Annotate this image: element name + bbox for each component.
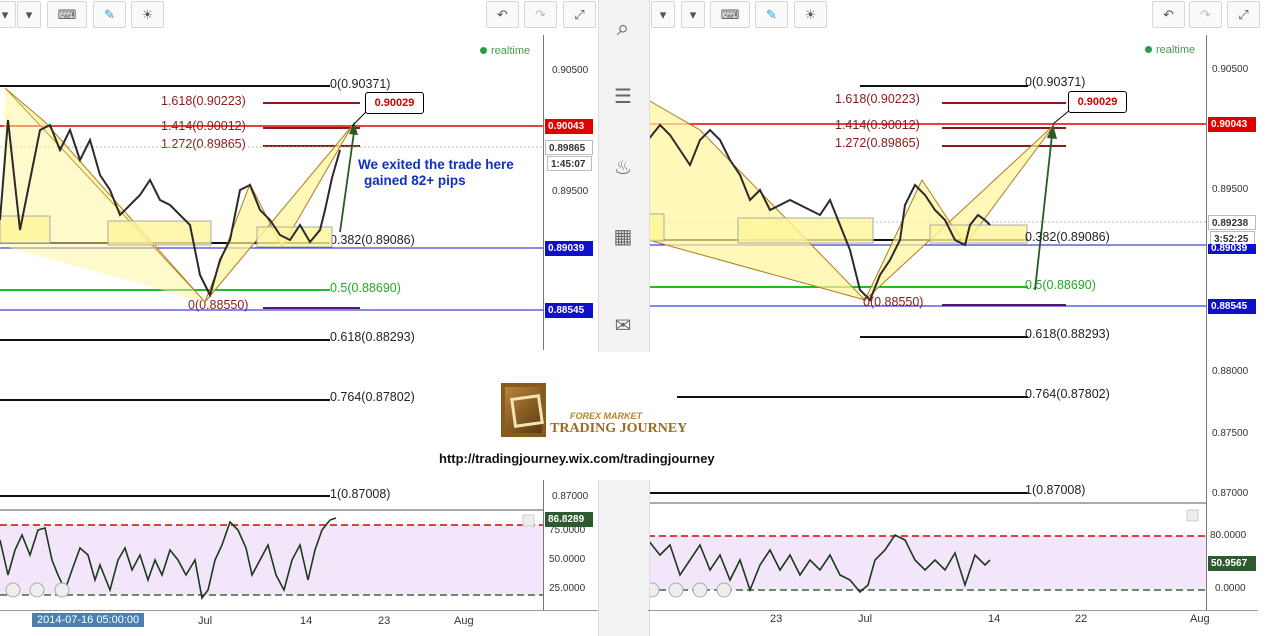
price-label: 0.87500 bbox=[1212, 428, 1249, 439]
fib-level-label: 0.764(0.87802) bbox=[1025, 387, 1110, 401]
fib-level-label: 1.618(0.90223) bbox=[835, 92, 920, 106]
fib-level-label: 1.272(0.89865) bbox=[835, 136, 920, 150]
undo-icon[interactable]: ↶ bbox=[1152, 1, 1185, 28]
osc-control bbox=[5, 582, 21, 598]
lightbulb-icon[interactable]: ☀ bbox=[794, 1, 827, 28]
chevron-down-icon[interactable]: ▾ bbox=[681, 1, 705, 28]
fib-level-label: 1.414(0.90012) bbox=[835, 118, 920, 132]
osc-maximize bbox=[522, 514, 535, 527]
fire-icon[interactable]: ♨ bbox=[600, 147, 646, 187]
osc-control bbox=[54, 582, 70, 598]
time-label: 14 bbox=[988, 613, 1001, 625]
logo-inner-square bbox=[510, 394, 544, 428]
price-label: 0.89500 bbox=[1212, 184, 1249, 195]
osc-control bbox=[29, 582, 45, 598]
calendar-icon[interactable]: ▦ bbox=[600, 216, 646, 256]
zone-box bbox=[0, 215, 51, 244]
brand-name: TRADING JOURNEY bbox=[550, 421, 688, 436]
fib-level-label: 0(0.90371) bbox=[1025, 75, 1086, 89]
price-tag-blue: 0.88545 bbox=[1208, 299, 1256, 314]
fib-level-label: 0.5(0.88690) bbox=[1025, 278, 1096, 292]
osc-label: 80.0000 bbox=[1210, 530, 1247, 541]
price-label: 0.87000 bbox=[1212, 488, 1249, 499]
price-label: 0.90500 bbox=[1212, 64, 1249, 75]
price-tag-blue: 0.89039 bbox=[1208, 244, 1256, 254]
time-axis bbox=[648, 610, 1258, 611]
brand-tagline: FOREX MARKET bbox=[570, 411, 642, 421]
redo-icon[interactable]: ↷ bbox=[1189, 1, 1222, 28]
price-tag-red: 0.90043 bbox=[1208, 117, 1256, 132]
fib-level-label: 0.618(0.88293) bbox=[1025, 327, 1110, 341]
dropdown-button[interactable]: ▾ bbox=[651, 1, 675, 28]
search-icon[interactable]: ⌕ bbox=[600, 8, 646, 48]
left-lower-bg bbox=[0, 0, 1, 1]
time-label: 23 bbox=[770, 613, 783, 625]
time-label: Jul bbox=[858, 613, 873, 625]
right-chart-panel: ▾ ▾ ⌨ ✎ ☀ ↶ ↷ ⤢ realtime 0.90500 0.89500… bbox=[648, 0, 1266, 636]
osc-label: 0.0000 bbox=[1215, 583, 1246, 594]
fib-level-label: 0.382(0.89086) bbox=[1025, 230, 1110, 244]
chat-icon[interactable]: ✉ bbox=[600, 305, 646, 345]
time-label: Aug bbox=[1190, 613, 1210, 625]
fib-level-label: 0(0.88550) bbox=[863, 295, 924, 309]
price-label: 0.88000 bbox=[1212, 366, 1249, 377]
fullscreen-icon[interactable]: ⤢ bbox=[1227, 1, 1260, 28]
list-icon[interactable]: ☰ bbox=[600, 76, 646, 116]
pattern-left-xab-2 bbox=[0, 88, 205, 302]
price-axis bbox=[1206, 35, 1207, 610]
watermark-url: http://tradingjourney.wix.com/tradingjou… bbox=[439, 451, 715, 466]
brand-logo bbox=[501, 383, 546, 437]
indicator-script-icon[interactable]: ⌨ bbox=[710, 1, 750, 28]
realtime-indicator: realtime bbox=[1145, 44, 1195, 56]
oscillator-value-tag: 50.9567 bbox=[1208, 556, 1256, 571]
price-tag-current: 0.89238 bbox=[1208, 215, 1256, 230]
price-callout: 0.90029 bbox=[1068, 91, 1127, 113]
pattern-left-bcd bbox=[204, 125, 353, 303]
sidebar-lower bbox=[598, 480, 650, 636]
callout-pointer bbox=[351, 111, 367, 127]
time-label: 22 bbox=[1075, 613, 1088, 625]
fib-level-label: 1(0.87008) bbox=[1025, 483, 1086, 497]
zone-box bbox=[107, 220, 212, 246]
draw-pencil-icon[interactable]: ✎ bbox=[755, 1, 788, 28]
